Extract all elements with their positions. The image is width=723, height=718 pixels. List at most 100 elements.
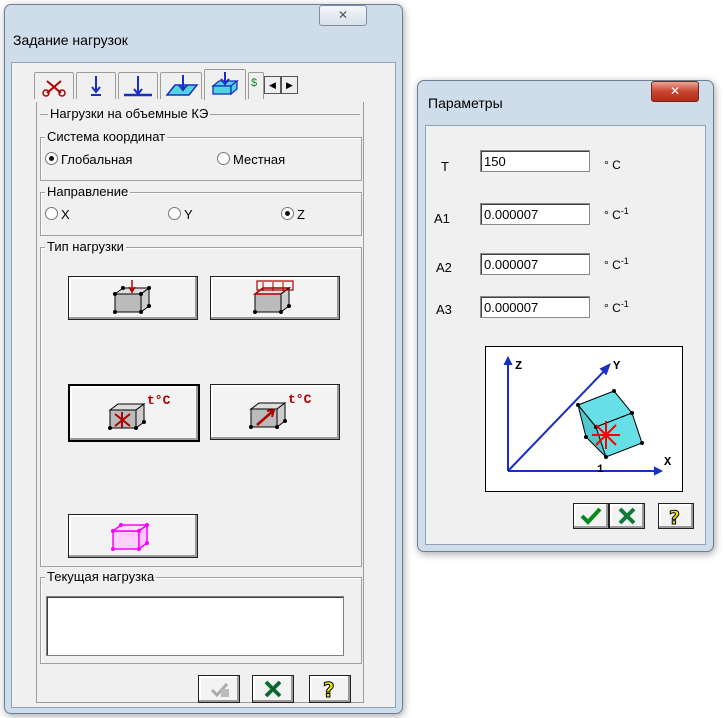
unit-text: ° C: [604, 208, 621, 222]
param-input-t[interactable]: 150: [480, 150, 590, 172]
tab-volume-load[interactable]: [204, 69, 246, 100]
tab-partial[interactable]: $: [248, 72, 264, 99]
svg-text:?: ?: [669, 507, 680, 528]
param-unit-a2: ° C-1: [604, 256, 629, 272]
cancel-x-icon: [264, 680, 282, 698]
tab-bar-load[interactable]: [118, 72, 158, 99]
load-window-client: $ ◀ ▶ Нагрузки на объемные КЭ Система ко…: [11, 62, 396, 708]
radio-local-dot: [217, 152, 230, 165]
param-input-a3[interactable]: 0.000007: [480, 296, 590, 318]
temperature-gradient-icon: t°C: [249, 392, 312, 429]
checkmark-icon: [580, 507, 602, 525]
axis-label-x: X: [664, 455, 672, 469]
scissors-icon: [42, 80, 66, 97]
magenta-cube-icon: [110, 523, 150, 551]
axes-cube-illustration: Z Y X 1: [503, 355, 672, 476]
close-icon: ✕: [337, 8, 349, 22]
load-window-close-button[interactable]: ✕: [319, 5, 367, 26]
arrow-left-icon: ◀: [269, 80, 276, 90]
help-button[interactable]: ?: [309, 675, 351, 703]
coord-system-legend: Система координат: [45, 129, 168, 144]
params-help-button[interactable]: ?: [658, 503, 694, 529]
radio-global-label: Глобальная: [61, 152, 133, 167]
radio-z-dot: [281, 207, 294, 220]
param-input-a1[interactable]: 0.000007: [480, 203, 590, 225]
uniform-load-button[interactable]: [68, 276, 198, 320]
cancel-button[interactable]: [252, 675, 294, 703]
volume-load-icon: [211, 72, 239, 96]
axis-label-y: Y: [613, 359, 621, 373]
axis-label-z: Z: [515, 359, 522, 373]
tab-node-load[interactable]: [76, 72, 116, 99]
ok-button[interactable]: [573, 503, 609, 529]
temperature-cube-icon: t°C: [108, 393, 171, 430]
direction-group: Направление X Y Z: [40, 184, 362, 236]
load-window: Задание нагрузок ✕ $ ◀ ▶ Нагрузки на объ…: [4, 4, 403, 714]
arrow-right-icon: ▶: [286, 80, 293, 90]
temperature-star-icon: [592, 421, 620, 449]
cancel-x-icon: [618, 507, 636, 525]
temp-gradient-button[interactable]: t°C: [210, 384, 340, 440]
tab-cut[interactable]: [34, 72, 74, 99]
tab-plate-load[interactable]: [160, 72, 202, 99]
bar-load-icon: [124, 76, 152, 97]
current-load-legend: Текущая нагрузка: [45, 569, 157, 584]
param-unit-a1: ° C-1: [604, 206, 629, 222]
temp-label-1: t°C: [147, 393, 171, 408]
params-window-client: T 150 ° C A1 0.000007 ° C-1 A2 0.000007 …: [425, 125, 706, 545]
tab-strip: $ ◀ ▶: [34, 69, 389, 102]
face-load-button[interactable]: [210, 276, 340, 320]
plate-load-icon: [165, 75, 199, 96]
svg-text:?: ?: [323, 678, 335, 702]
tab-scroll-right-button[interactable]: ▶: [281, 76, 298, 94]
radio-x-dot: [45, 207, 58, 220]
help-question-icon: ?: [669, 507, 681, 529]
unit-text: ° C: [604, 301, 621, 315]
section-volume-loads: Нагрузки на объемные КЭ: [40, 106, 360, 121]
direction-legend: Направление: [45, 184, 131, 199]
param-label-a2: A2: [436, 260, 452, 275]
apply-button[interactable]: [198, 675, 240, 703]
section-title: Нагрузки на объемные КЭ: [48, 106, 211, 121]
node-label-one: 1: [597, 464, 604, 476]
params-cancel-button[interactable]: [609, 503, 645, 529]
selection-cube-button[interactable]: [68, 514, 198, 558]
radio-x-label: X: [61, 207, 70, 222]
unit-text: ° C: [604, 158, 621, 172]
coord-system-group: Система координат Глобальная Местная: [40, 129, 362, 181]
param-unit-t: ° C: [604, 158, 621, 172]
radio-y-dot: [168, 207, 181, 220]
radio-local[interactable]: Местная: [217, 152, 285, 167]
param-input-a2[interactable]: 0.000007: [480, 253, 590, 275]
current-load-group: Текущая нагрузка: [40, 569, 362, 664]
axes-diagram: Z Y X 1: [485, 346, 683, 492]
params-window: Параметры ✕ T 150 ° C A1 0.000007 ° C-1 …: [417, 80, 714, 552]
unit-text: ° C: [604, 258, 621, 272]
load-type-group: Тип нагрузки t°C t°C: [40, 239, 362, 567]
current-load-field[interactable]: [46, 596, 344, 656]
param-unit-a3: ° C-1: [604, 299, 629, 315]
params-window-close-button[interactable]: ✕: [651, 81, 699, 102]
temp-uniform-button[interactable]: t°C: [68, 384, 200, 442]
tab-scroll-left-button[interactable]: ◀: [264, 76, 281, 94]
temp-label-2: t°C: [288, 392, 312, 407]
radio-global[interactable]: Глобальная: [45, 152, 132, 167]
radio-y[interactable]: Y: [168, 207, 193, 222]
param-label-a3: A3: [436, 302, 452, 317]
radio-y-label: Y: [184, 207, 193, 222]
apply-disabled-icon: [210, 682, 229, 698]
help-question-icon: ?: [323, 678, 336, 703]
unit-exponent: -1: [620, 299, 629, 309]
radio-global-dot: [45, 152, 58, 165]
unit-exponent: -1: [620, 256, 629, 266]
params-window-title: Параметры: [428, 95, 503, 111]
unit-exponent: -1: [620, 206, 629, 216]
param-label-a1: A1: [434, 211, 450, 226]
radio-z[interactable]: Z: [281, 207, 305, 222]
partial-tab-icon: $: [251, 77, 258, 89]
radio-z-label: Z: [297, 207, 305, 222]
face-load-icon: [252, 280, 294, 314]
radio-x[interactable]: X: [45, 207, 70, 222]
param-label-t: T: [441, 159, 449, 174]
close-icon: ✕: [669, 84, 681, 98]
